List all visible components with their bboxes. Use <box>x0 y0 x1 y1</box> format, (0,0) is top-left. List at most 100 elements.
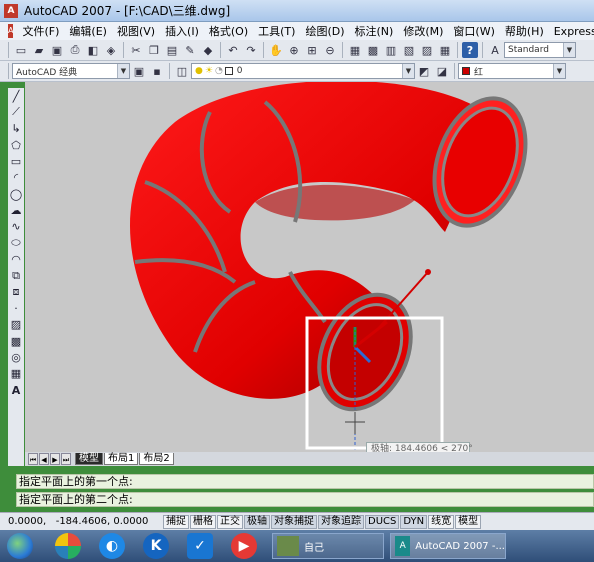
menu-file[interactable]: 文件(F) <box>17 23 64 39</box>
make-block-icon[interactable]: ⧈ <box>8 284 24 300</box>
menu-modify[interactable]: 修改(M) <box>398 23 448 39</box>
menu-tools[interactable]: 工具(T) <box>253 23 300 39</box>
match-properties-icon[interactable]: ✎ <box>182 42 198 58</box>
layer-select[interactable]: ● ☀ ◔ 0 ▼ <box>191 63 415 79</box>
ellipse-icon[interactable]: ⬭ <box>8 235 24 251</box>
hatch-icon[interactable]: ▨ <box>8 317 24 333</box>
chevron-down-icon[interactable]: ▼ <box>553 64 565 78</box>
k-app-icon[interactable]: K <box>143 533 169 559</box>
menu-express[interactable]: Express <box>549 25 594 38</box>
ducs-toggle[interactable]: DUCS <box>365 514 400 529</box>
circle-icon[interactable]: ◯ <box>8 186 24 202</box>
taskbar-item-autocad[interactable]: A AutoCAD 2007 -... <box>390 533 506 559</box>
open-folder-icon[interactable]: ▰ <box>31 42 47 58</box>
undo-icon[interactable]: ↶ <box>225 42 241 58</box>
multiline-text-icon[interactable]: A <box>8 382 24 398</box>
workspace-save-icon[interactable]: ▪ <box>149 63 165 79</box>
menu-format[interactable]: 格式(O) <box>204 23 253 39</box>
workspace-select[interactable]: AutoCAD 经典 ▼ <box>12 63 130 79</box>
first-tab-icon[interactable]: ⏮ <box>28 453 38 465</box>
paste-icon[interactable]: ▤ <box>164 42 180 58</box>
otrack-toggle[interactable]: 对象追踪 <box>318 514 364 529</box>
next-tab-icon[interactable]: ▶ <box>50 453 60 465</box>
table-icon[interactable]: ▦ <box>8 366 24 382</box>
block-editor-icon[interactable]: ◆ <box>200 42 216 58</box>
model-space-toggle[interactable]: 模型 <box>455 514 482 529</box>
help-icon[interactable]: ? <box>462 42 478 58</box>
chevron-down-icon[interactable]: ▼ <box>402 64 414 78</box>
dyn-toggle[interactable]: DYN <box>400 514 428 529</box>
menu-help[interactable]: 帮助(H) <box>500 23 549 39</box>
coordinate-display[interactable]: 0.0000, -184.4606, 0.0000 <box>8 515 163 529</box>
text-style-icon[interactable]: A <box>487 42 503 58</box>
last-tab-icon[interactable]: ⏭ <box>61 453 71 465</box>
revision-cloud-icon[interactable]: ☁ <box>8 202 24 218</box>
chevron-down-icon[interactable]: ▼ <box>117 64 129 78</box>
polar-toggle[interactable]: 极轴 <box>244 514 270 529</box>
menu-view[interactable]: 视图(V) <box>112 23 160 39</box>
point-icon[interactable]: · <box>8 300 24 316</box>
taskbar-item-photo[interactable]: 自己 <box>272 533 384 559</box>
menu-draw[interactable]: 绘图(D) <box>300 23 349 39</box>
tab-layout1[interactable]: 布局1 <box>104 453 139 465</box>
polyline-icon[interactable]: ↳ <box>8 121 24 137</box>
start-button[interactable] <box>7 533 33 559</box>
spline-icon[interactable]: ∿ <box>8 219 24 235</box>
region-icon[interactable]: ◎ <box>8 350 24 366</box>
tool-palettes-icon[interactable]: ▥ <box>383 42 399 58</box>
sync-app-icon[interactable]: ◐ <box>99 533 125 559</box>
zoom-realtime-icon[interactable]: ⊕ <box>286 42 302 58</box>
menu-window[interactable]: 窗口(W) <box>448 23 499 39</box>
command-prompt-line[interactable]: 指定平面上的第二个点: <box>16 492 594 507</box>
cut-icon[interactable]: ✂ <box>128 42 144 58</box>
color-select[interactable]: 红 ▼ <box>458 63 566 79</box>
ellipse-arc-icon[interactable]: ◠ <box>8 251 24 267</box>
layer-previous-icon[interactable]: ◪ <box>434 63 450 79</box>
arc-icon[interactable]: ◜ <box>8 170 24 186</box>
osnap-toggle[interactable]: 对象捕捉 <box>271 514 317 529</box>
shield-app-icon[interactable]: ✓ <box>187 533 213 559</box>
publish-icon[interactable]: ◈ <box>103 42 119 58</box>
layer-manager-icon[interactable]: ◫ <box>174 63 190 79</box>
new-file-icon[interactable]: ▭ <box>13 42 29 58</box>
properties-icon[interactable]: ▦ <box>347 42 363 58</box>
text-style-select[interactable]: Standard ▼ <box>504 42 576 58</box>
copy-icon[interactable]: ❐ <box>146 42 162 58</box>
video-player-icon[interactable]: ▶ <box>231 533 257 559</box>
sheet-set-icon[interactable]: ▧ <box>401 42 417 58</box>
menu-insert[interactable]: 插入(I) <box>160 23 204 39</box>
zoom-window-icon[interactable]: ⊞ <box>304 42 320 58</box>
polygon-icon[interactable]: ⬠ <box>8 137 24 153</box>
line-icon[interactable]: ╱ <box>8 88 24 104</box>
draw-toolbar: ╱ ⟋ ↳ ⬠ ▭ ◜ ◯ ☁ ∿ ⬭ ◠ ⧉ ⧈ · ▨ ▩ ◎ ▦ A <box>0 82 25 512</box>
zoom-previous-icon[interactable]: ⊖ <box>322 42 338 58</box>
tab-model[interactable]: 模型 <box>75 453 103 465</box>
design-center-icon[interactable]: ▩ <box>365 42 381 58</box>
chevron-down-icon[interactable]: ▼ <box>563 43 575 57</box>
print-preview-icon[interactable]: ◧ <box>85 42 101 58</box>
tab-layout2[interactable]: 布局2 <box>139 453 174 465</box>
print-icon[interactable]: ⎙ <box>67 42 83 58</box>
autocad-app-icon[interactable]: A <box>4 3 18 18</box>
drawing-viewport[interactable]: 极轴: 184.4606 < 270° <box>25 82 594 452</box>
lineweight-toggle[interactable]: 线宽 <box>428 514 455 529</box>
menu-edit[interactable]: 编辑(E) <box>64 23 112 39</box>
save-icon[interactable]: ▣ <box>49 42 65 58</box>
rectangle-icon[interactable]: ▭ <box>8 153 24 169</box>
browser-icon[interactable] <box>55 533 81 559</box>
document-system-icon[interactable]: A <box>8 24 14 38</box>
previous-tab-icon[interactable]: ◀ <box>39 453 49 465</box>
make-layer-current-icon[interactable]: ◩ <box>416 63 432 79</box>
snap-toggle[interactable]: 捕捉 <box>163 514 189 529</box>
pan-icon[interactable]: ✋ <box>268 42 284 58</box>
ortho-toggle[interactable]: 正交 <box>217 514 243 529</box>
construction-line-icon[interactable]: ⟋ <box>8 104 24 120</box>
grid-toggle[interactable]: 栅格 <box>190 514 216 529</box>
redo-icon[interactable]: ↷ <box>243 42 259 58</box>
workspace-settings-icon[interactable]: ▣ <box>131 63 147 79</box>
menu-dimension[interactable]: 标注(N) <box>350 23 399 39</box>
markup-icon[interactable]: ▨ <box>419 42 435 58</box>
calculator-icon[interactable]: ▦ <box>437 42 453 58</box>
gradient-icon[interactable]: ▩ <box>8 333 24 349</box>
insert-block-icon[interactable]: ⧉ <box>8 268 24 284</box>
